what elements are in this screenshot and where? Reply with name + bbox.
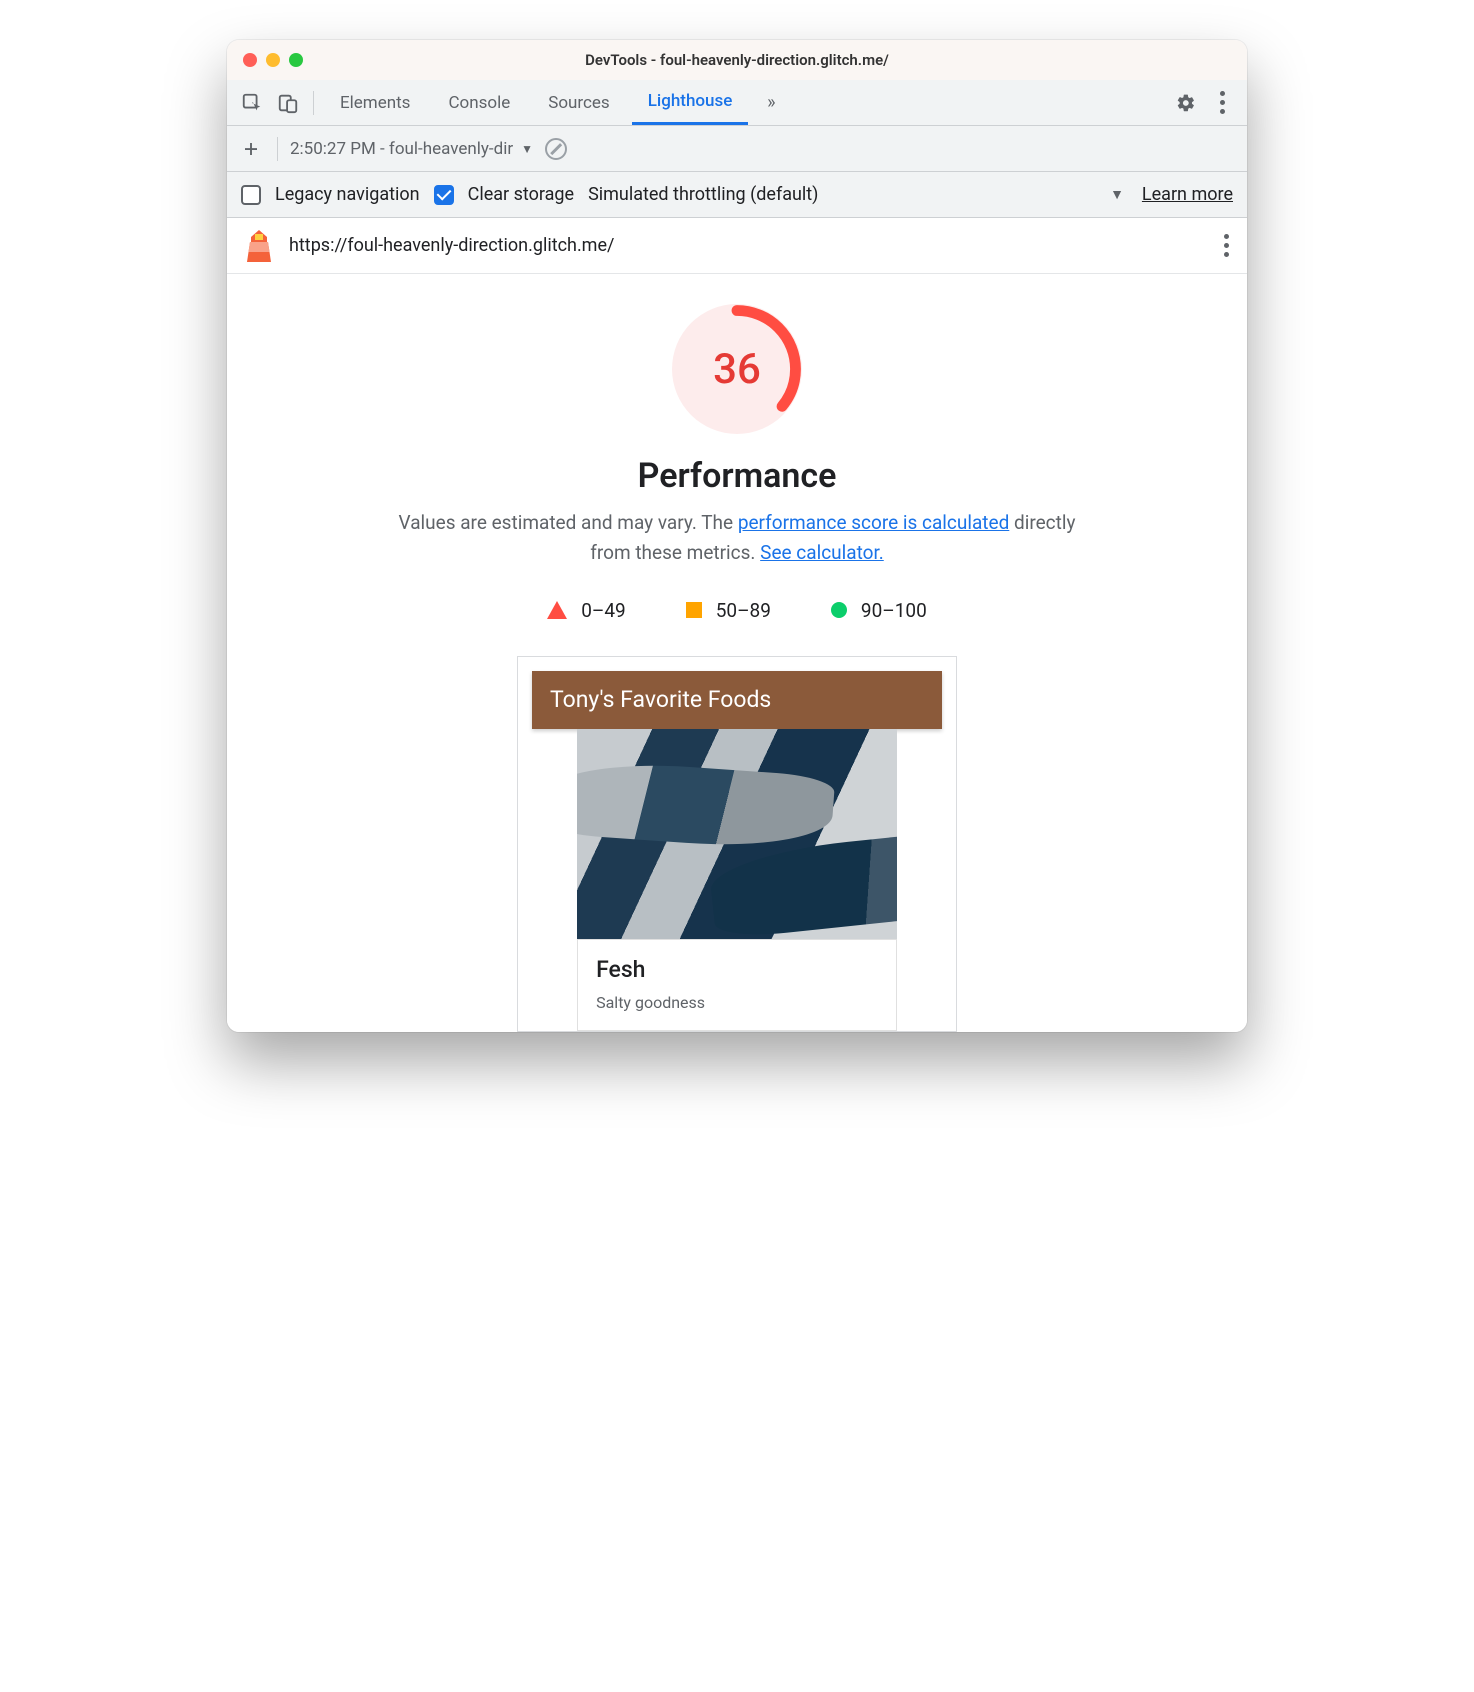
report-url: https://foul-heavenly-direction.glitch.m… <box>289 235 614 256</box>
traffic-lights <box>243 53 303 67</box>
minimize-window-button[interactable] <box>266 53 280 67</box>
tab-elements[interactable]: Elements <box>324 80 426 125</box>
preview-card-subtitle: Salty goodness <box>596 993 878 1012</box>
tab-label: Sources <box>548 93 609 113</box>
desc-text: Values are estimated and may vary. The <box>399 511 738 534</box>
page-screenshot-preview: Tony's Favorite Foods Fesh Salty goodnes… <box>517 656 957 1032</box>
settings-icon[interactable] <box>1171 88 1201 118</box>
lighthouse-toolbar: 2:50:27 PM - foul-heavenly-dir ▼ <box>227 126 1247 172</box>
learn-more-link[interactable]: Learn more <box>1142 184 1233 205</box>
see-calculator-link[interactable]: See calculator. <box>760 541 884 564</box>
separator <box>313 91 314 115</box>
legacy-navigation-checkbox[interactable] <box>241 185 261 205</box>
separator <box>277 137 278 161</box>
lighthouse-options-bar: Legacy navigation Clear storage Simulate… <box>227 172 1247 218</box>
window-title: DevTools - foul-heavenly-direction.glitc… <box>227 51 1247 69</box>
square-icon <box>686 602 702 618</box>
legend-label: 0–49 <box>581 599 626 622</box>
zoom-window-button[interactable] <box>289 53 303 67</box>
clear-storage-checkbox[interactable] <box>434 185 454 205</box>
chevron-down-icon: ▼ <box>1110 186 1124 203</box>
preview-header-text: Tony's Favorite Foods <box>550 686 771 713</box>
tab-label: Console <box>448 93 510 113</box>
category-title: Performance <box>257 456 1217 496</box>
close-window-button[interactable] <box>243 53 257 67</box>
legend-fail: 0–49 <box>547 599 626 622</box>
performance-score-value: 36 <box>672 304 802 434</box>
category-description: Values are estimated and may vary. The p… <box>377 508 1097 569</box>
preview-card-title: Fesh <box>596 956 878 983</box>
performance-score-gauge[interactable]: 36 <box>672 304 802 434</box>
new-report-button[interactable] <box>237 135 265 163</box>
legend-label: 50–89 <box>716 599 771 622</box>
throttling-label: Simulated throttling (default) <box>588 184 818 205</box>
legend-label: 90–100 <box>861 599 927 622</box>
score-legend: 0–49 50–89 90–100 <box>257 599 1217 622</box>
devtools-tabstrip: Elements Console Sources Lighthouse » <box>227 80 1247 126</box>
tab-console[interactable]: Console <box>432 80 526 125</box>
legend-pass: 90–100 <box>831 599 927 622</box>
toggle-device-toolbar-icon[interactable] <box>273 88 303 118</box>
preview-app-header: Tony's Favorite Foods <box>532 671 942 729</box>
clear-reports-icon[interactable] <box>545 138 567 160</box>
legend-average: 50–89 <box>686 599 771 622</box>
more-tabs-icon[interactable]: » <box>754 88 784 118</box>
lighthouse-logo-icon <box>245 230 273 262</box>
report-selector-dropdown[interactable]: 2:50:27 PM - foul-heavenly-dir ▼ <box>290 139 533 159</box>
tab-label: Elements <box>340 93 410 113</box>
lighthouse-report: 36 Performance Values are estimated and … <box>227 274 1247 1032</box>
report-menu-button[interactable] <box>1224 234 1229 257</box>
tab-sources[interactable]: Sources <box>532 80 625 125</box>
report-selector-label: 2:50:27 PM - foul-heavenly-dir <box>290 139 513 159</box>
report-header-row: https://foul-heavenly-direction.glitch.m… <box>227 218 1247 274</box>
legacy-navigation-label: Legacy navigation <box>275 184 420 205</box>
triangle-icon <box>547 601 567 619</box>
circle-icon <box>831 602 847 618</box>
devtools-window: DevTools - foul-heavenly-direction.glitc… <box>227 40 1247 1032</box>
preview-card: Fesh Salty goodness <box>577 939 897 1031</box>
chevron-down-icon: ▼ <box>521 142 533 156</box>
clear-storage-label: Clear storage <box>468 184 574 205</box>
score-calc-link[interactable]: performance score is calculated <box>738 511 1009 534</box>
preview-image <box>577 729 897 939</box>
titlebar: DevTools - foul-heavenly-direction.glitc… <box>227 40 1247 80</box>
tab-label: Lighthouse <box>648 91 733 111</box>
tab-lighthouse[interactable]: Lighthouse <box>632 80 749 125</box>
inspect-element-icon[interactable] <box>237 88 267 118</box>
more-actions-icon[interactable] <box>1207 88 1237 118</box>
